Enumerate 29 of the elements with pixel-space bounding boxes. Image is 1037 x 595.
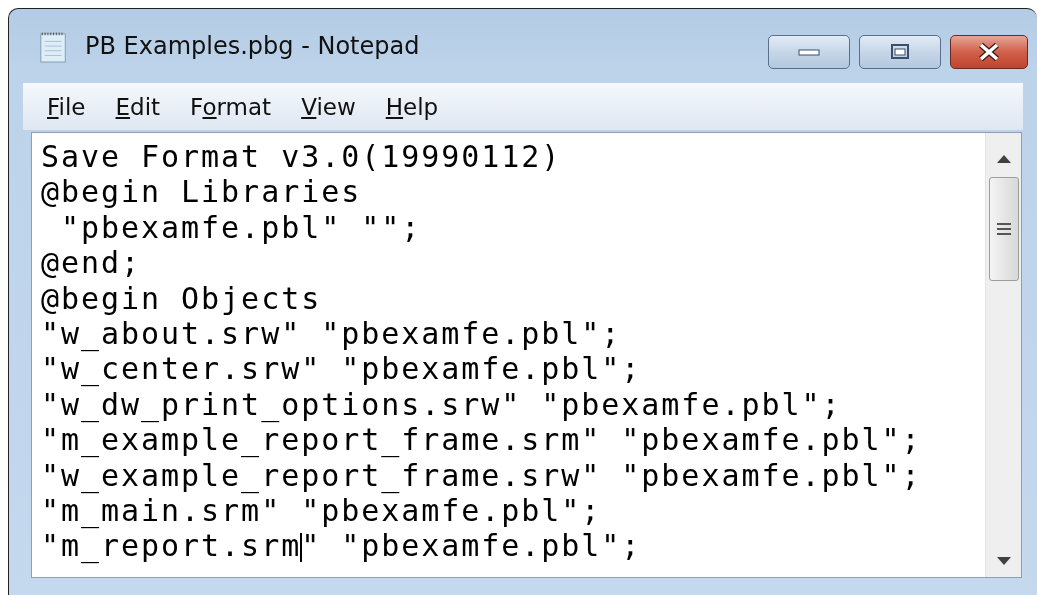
- scroll-thumb[interactable]: [988, 177, 1019, 281]
- text-line: "w_center.srw" "pbexamfe.pbl";: [41, 351, 642, 387]
- minimize-button[interactable]: [768, 35, 850, 69]
- menu-item[interactable]: Format: [176, 89, 286, 124]
- vertical-scrollbar[interactable]: [985, 133, 1021, 577]
- text-line: "m_main.srm" "pbexamfe.pbl";: [41, 492, 602, 528]
- text-line: Save Format v3.0(19990112): [41, 139, 562, 174]
- text-line: "w_about.srw" "pbexamfe.pbl";: [41, 315, 622, 351]
- text-line: @begin Libraries: [41, 174, 362, 210]
- scroll-down-icon[interactable]: [996, 557, 1011, 565]
- text-line: @begin Objects: [41, 280, 322, 316]
- menu-item[interactable]: Help: [371, 89, 453, 124]
- scroll-up-icon[interactable]: [996, 155, 1011, 163]
- maximize-button[interactable]: [859, 35, 941, 69]
- minimize-icon: [797, 47, 821, 57]
- text-line: "w_example_report_frame.srw" "pbexamfe.pbl";: [41, 457, 922, 493]
- text-line: "m_report.srm" "pbexamfe.pbl";: [41, 528, 642, 564]
- menu-item[interactable]: File: [33, 89, 100, 124]
- text-line: "m_example_report_frame.srm" "pbexamfe.pbl";: [41, 422, 922, 458]
- close-button[interactable]: [950, 35, 1028, 69]
- window-title: PB Examples.pbg - Notepad: [85, 32, 420, 60]
- text-line: @end;: [41, 245, 142, 281]
- menu-item[interactable]: View: [287, 89, 370, 124]
- text-line: "pbexamfe.pbl" "";: [60, 209, 422, 245]
- maximize-icon: [888, 43, 912, 61]
- notepad-icon: [39, 30, 69, 64]
- text-area[interactable]: [31, 132, 1022, 578]
- menu-item[interactable]: Edit: [101, 89, 175, 124]
- text-line: "w_dw_print_options.srw" "pbexamfe.pbl";: [41, 386, 842, 422]
